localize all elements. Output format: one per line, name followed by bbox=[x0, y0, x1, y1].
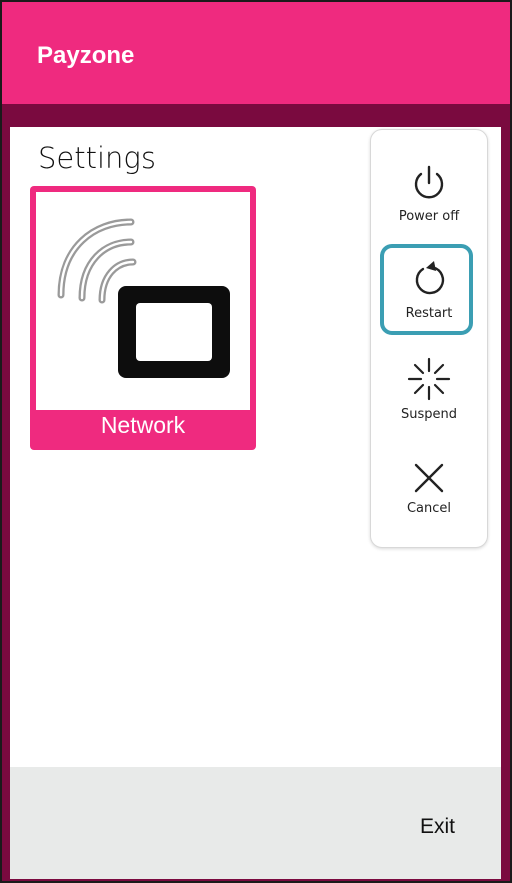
footer-bar: Exit bbox=[10, 767, 501, 879]
restart-label: Restart bbox=[405, 306, 453, 321]
suspend-button[interactable]: Suspend bbox=[371, 357, 487, 422]
app-bar: Payzone bbox=[2, 2, 510, 104]
cancel-button[interactable]: Cancel bbox=[371, 461, 487, 516]
cancel-label: Cancel bbox=[406, 501, 452, 516]
suspend-icon bbox=[407, 357, 451, 401]
suspend-label: Suspend bbox=[400, 407, 457, 422]
power-icon bbox=[414, 165, 444, 199]
page-title: Settings bbox=[38, 141, 156, 175]
power-off-label: Power off bbox=[398, 209, 460, 224]
contactless-card-icon bbox=[36, 192, 250, 410]
close-icon bbox=[414, 463, 444, 493]
device-screen: Payzone Settings Network Exit Power off … bbox=[0, 0, 512, 883]
app-title: Payzone bbox=[37, 42, 135, 69]
restart-icon bbox=[415, 261, 445, 295]
power-off-button[interactable]: Power off bbox=[371, 163, 487, 224]
restart-button[interactable]: Restart bbox=[371, 260, 487, 321]
power-menu: Power off Restart Suspend Cancel bbox=[370, 129, 488, 548]
network-tile[interactable]: Network bbox=[30, 186, 256, 450]
exit-button[interactable]: Exit bbox=[420, 815, 455, 839]
network-tile-label: Network bbox=[100, 412, 186, 438]
